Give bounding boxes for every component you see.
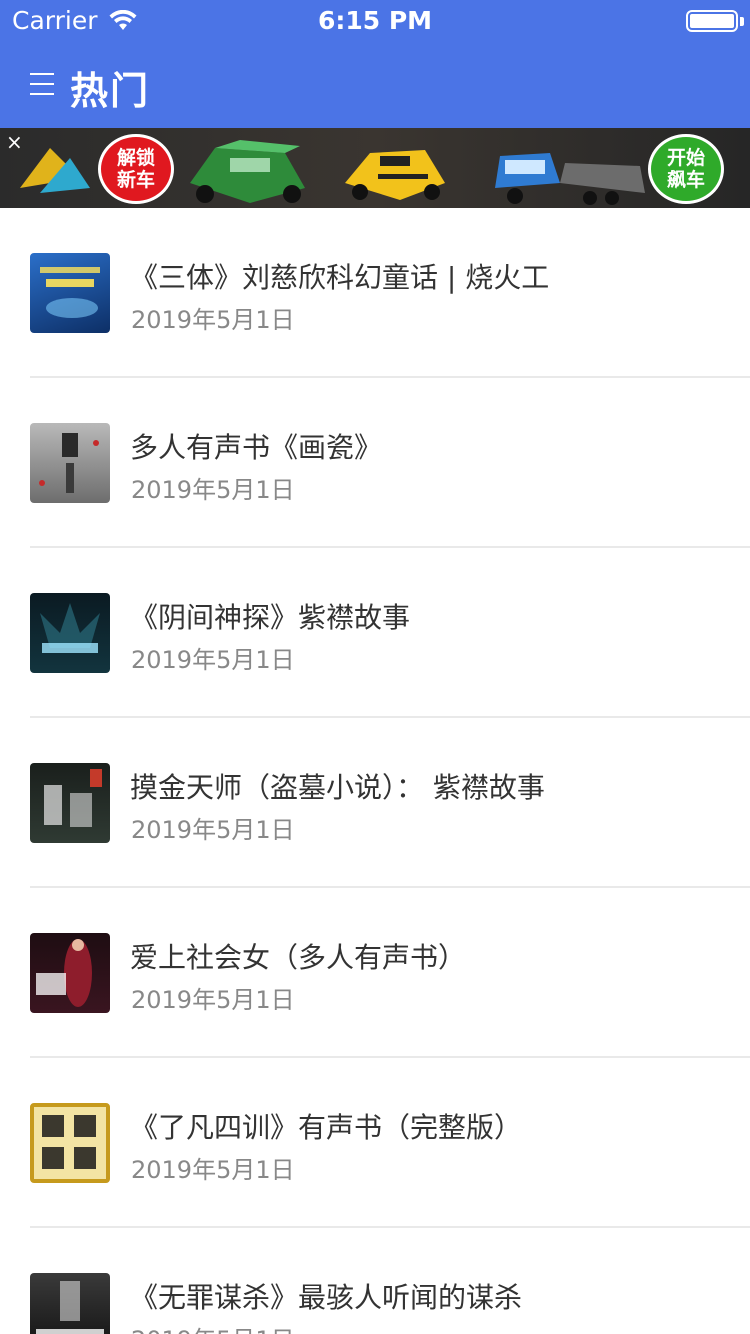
app-header: Carrier 6:15 PM 热门 xyxy=(0,0,750,128)
item-date: 2019年5月1日 xyxy=(131,476,295,504)
item-date: 2019年5月1日 xyxy=(131,306,295,334)
item-title: 《了凡四训》有声书（完整版） xyxy=(130,1111,523,1144)
item-title: 《三体》刘慈欣科幻童话 | 烧火工 xyxy=(130,261,550,294)
cover-thumbnail xyxy=(30,763,110,843)
status-time: 6:15 PM xyxy=(317,6,433,35)
list-item[interactable]: 《阴间神探》紫襟故事 2019年5月1日 xyxy=(0,548,750,718)
nav-bar: 热门 xyxy=(0,40,750,128)
menu-icon[interactable] xyxy=(30,72,54,96)
list-item[interactable]: 摸金天师（盗墓小说）： 紫襟故事 2019年5月1日 xyxy=(0,718,750,888)
ad-badge-line: 开始 xyxy=(666,147,705,169)
list-item[interactable]: 《三体》刘慈欣科幻童话 | 烧火工 2019年5月1日 xyxy=(0,208,750,378)
item-date: 2019年5月1日 xyxy=(131,1320,295,1334)
status-bar: Carrier 6:15 PM xyxy=(0,0,750,40)
battery-tip xyxy=(740,17,744,26)
ad-close-button[interactable]: × xyxy=(6,132,23,152)
cover-thumbnail xyxy=(30,1273,110,1334)
item-title: 《阴间神探》紫襟故事 xyxy=(130,601,411,634)
item-date: 2019年5月1日 xyxy=(131,1156,295,1184)
item-title: 多人有声书《画瓷》 xyxy=(130,431,383,464)
list-item[interactable]: 《了凡四训》有声书（完整版） 2019年5月1日 xyxy=(0,1058,750,1228)
list-item[interactable]: 爱上社会女（多人有声书） 2019年5月1日 xyxy=(0,888,750,1058)
page-title: 热门 xyxy=(70,69,151,113)
item-title: 《无罪谋杀》最骇人听闻的谋杀 xyxy=(130,1281,523,1314)
list-item[interactable]: 多人有声书《画瓷》 2019年5月1日 xyxy=(0,378,750,548)
ad-unlock-badge[interactable]: 解锁 新车 xyxy=(98,134,174,204)
item-date: 2019年5月1日 xyxy=(131,646,295,674)
item-title: 摸金天师（盗墓小说）： 紫襟故事 xyxy=(130,771,545,804)
item-title: 爱上社会女（多人有声书） xyxy=(130,941,467,974)
cover-thumbnail xyxy=(30,423,110,503)
ad-start-badge[interactable]: 开始 飙车 xyxy=(648,134,724,204)
ad-badge-line: 新车 xyxy=(116,169,155,191)
cover-thumbnail xyxy=(30,593,110,673)
audiobook-list: 《三体》刘慈欣科幻童话 | 烧火工 2019年5月1日 多人有声书《画瓷》 20… xyxy=(0,208,750,1334)
list-item[interactable]: 《无罪谋杀》最骇人听闻的谋杀 2019年5月1日 xyxy=(0,1228,750,1334)
ad-banner[interactable]: × 解锁 新车 开始 飙车 xyxy=(0,128,750,208)
item-date: 2019年5月1日 xyxy=(131,816,295,844)
cover-thumbnail xyxy=(30,1103,110,1183)
ad-badge-line: 飙车 xyxy=(666,169,705,191)
cover-thumbnail xyxy=(30,933,110,1013)
cover-thumbnail xyxy=(30,253,110,333)
ad-badge-line: 解锁 xyxy=(116,147,155,169)
item-date: 2019年5月1日 xyxy=(131,986,295,1014)
battery-icon xyxy=(686,10,738,32)
